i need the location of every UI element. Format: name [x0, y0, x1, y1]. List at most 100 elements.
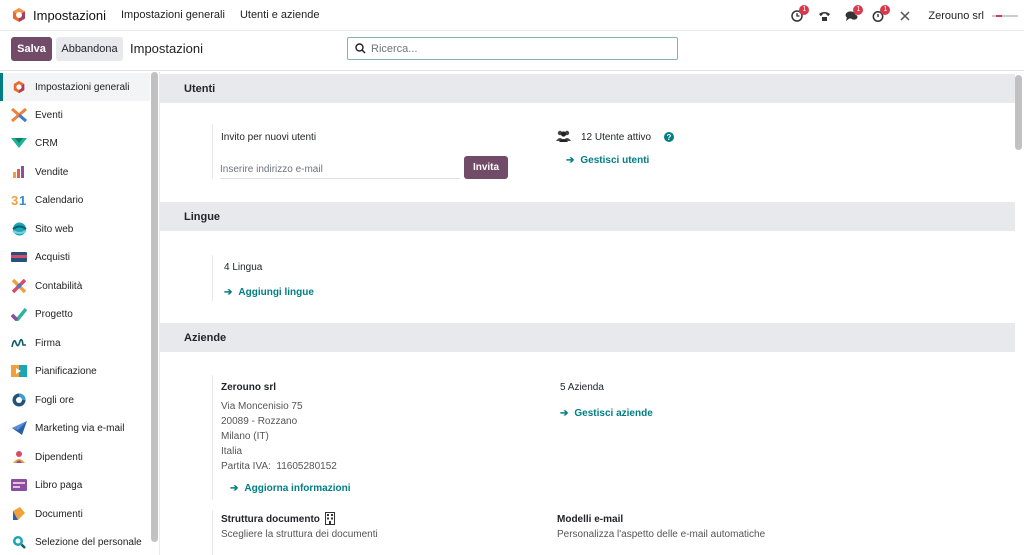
activity-badge: 1 [799, 4, 810, 15]
sidebar-item-label: Documenti [35, 508, 83, 520]
settings-app-logo-icon[interactable] [11, 7, 27, 23]
sidebar-item-calendar[interactable]: 31 Calendario [0, 186, 150, 214]
employees-app-icon [11, 449, 27, 465]
activity-clock-icon[interactable]: 1 [784, 4, 810, 26]
sidebar-item-label: Vendite [35, 166, 69, 178]
events-app-icon [11, 107, 27, 123]
setting-divider [212, 124, 213, 179]
sidebar-item-payroll[interactable]: Libro paga [0, 471, 150, 499]
discard-button[interactable]: Abbandona [56, 37, 123, 61]
setting-divider [212, 510, 213, 555]
purchase-app-icon [11, 249, 27, 265]
sidebar-item-events[interactable]: Eventi [0, 101, 150, 129]
sidebar-item-documents[interactable]: Documenti [0, 500, 150, 528]
building-icon [325, 512, 335, 525]
doc-layout-desc: Scegliere la struttura dei documenti [221, 529, 378, 540]
sales-app-icon [11, 164, 27, 180]
website-app-icon [11, 221, 27, 237]
email-templates-desc: Personalizza l'aspetto delle e-mail auto… [557, 529, 766, 540]
menu-users-companies[interactable]: Utenti e aziende [240, 9, 320, 21]
companies-count: 5 Azienda [560, 382, 604, 393]
help-icon[interactable]: ? [664, 132, 674, 142]
company-name: Zerouno srl [221, 382, 277, 393]
sidebar-item-sign[interactable]: Firma [0, 329, 150, 357]
address-line: 20089 - Rozzano [221, 416, 298, 427]
sidebar-item-label: Sito web [35, 223, 74, 235]
setting-divider [212, 375, 213, 500]
sidebar-item-recruitment[interactable]: Selezione del personale [0, 528, 150, 555]
top-navbar: Impostazioni Impostazioni generali Utent… [0, 0, 1024, 31]
section-title: Lingue [184, 210, 221, 223]
sidebar-item-email-marketing[interactable]: Marketing via e-mail [0, 414, 150, 442]
timer-icon[interactable]: 1 [865, 4, 891, 26]
app-name[interactable]: Impostazioni [33, 8, 106, 23]
content-scrollbar[interactable] [1015, 75, 1022, 150]
sign-app-icon [11, 335, 27, 351]
sidebar-item-label: Acquisti [35, 251, 71, 263]
sidebar-item-employees[interactable]: Dipendenti [0, 443, 150, 471]
manage-companies-link[interactable]: ➔ Gestisci aziende [560, 408, 653, 419]
sidebar-item-project[interactable]: Progetto [0, 300, 150, 328]
sidebar-item-label: Selezione del personale [35, 536, 142, 548]
manage-users-link[interactable]: ➔ Gestisci utenti [566, 155, 649, 166]
invite-label: Invito per nuovi utenti [221, 132, 317, 143]
section-header-companies: Aziende [160, 323, 1015, 352]
tools-icon[interactable] [892, 6, 918, 26]
control-panel: Salva Abbandona Impostazioni [0, 31, 1024, 71]
setting-divider [212, 255, 213, 301]
calendar-app-icon: 31 [11, 192, 27, 208]
sidebar-item-accounting[interactable]: Contabilità [0, 272, 150, 300]
sidebar-item-sales[interactable]: Vendite [0, 158, 150, 186]
sidebar-item-general-settings[interactable]: Impostazioni generali [0, 73, 150, 101]
sidebar-item-purchase[interactable]: Acquisti [0, 243, 150, 271]
add-languages-link[interactable]: ➔ Aggiungi lingue [224, 287, 314, 298]
sidebar-item-label: CRM [35, 137, 58, 149]
sidebar-item-label: Fogli ore [35, 394, 74, 406]
vat-number: Partita IVA: 11605280152 [221, 461, 337, 472]
recruitment-app-icon [11, 534, 27, 550]
accounting-app-icon [11, 278, 27, 294]
section-header-languages: Lingue [160, 202, 1015, 231]
section-title: Utenti [184, 82, 216, 95]
chat-icon[interactable]: 1 [838, 4, 864, 26]
company-switcher[interactable]: Zerouno srl [928, 10, 984, 22]
languages-count: 4 Lingua [224, 262, 263, 273]
sidebar-scrollbar[interactable] [151, 72, 158, 542]
arrow-right-icon: ➔ [560, 408, 569, 419]
company-logo[interactable] [992, 11, 1018, 21]
address-line: Via Moncenisio 75 [221, 401, 303, 412]
timer-badge: 1 [880, 4, 891, 15]
sidebar-item-timesheet[interactable]: Fogli ore [0, 386, 150, 414]
payroll-app-icon [11, 477, 27, 493]
invite-button[interactable]: Invita [464, 156, 508, 179]
email-marketing-app-icon [11, 420, 27, 436]
settings-app-icon [11, 79, 27, 95]
search-box[interactable] [347, 37, 678, 60]
save-button[interactable]: Salva [11, 37, 52, 61]
email-templates-title: Modelli e-mail [557, 514, 624, 525]
invite-email-input[interactable] [220, 161, 460, 179]
project-app-icon [11, 306, 27, 322]
sidebar-item-label: Eventi [35, 109, 63, 121]
sidebar-item-label: Impostazioni generali [35, 81, 130, 93]
update-info-link[interactable]: ➔ Aggiorna informazioni [230, 483, 351, 494]
phone-icon[interactable] [811, 6, 837, 26]
sidebar-item-crm[interactable]: CRM [0, 129, 150, 157]
sidebar-item-label: Firma [35, 337, 61, 349]
address-line: Milano (IT) [221, 431, 269, 442]
sidebar-item-website[interactable]: Sito web [0, 215, 150, 243]
breadcrumb-title: Impostazioni [130, 41, 203, 56]
arrow-right-icon: ➔ [224, 287, 233, 298]
section-title: Aziende [184, 331, 227, 344]
chat-badge: 1 [853, 4, 864, 15]
sidebar-item-label: Contabilità [35, 280, 83, 292]
sidebar-item-label: Calendario [35, 194, 84, 206]
sidebar-item-label: Dipendenti [35, 451, 83, 463]
menu-general-settings[interactable]: Impostazioni generali [121, 9, 225, 21]
sidebar-item-label: Libro paga [35, 479, 83, 491]
sidebar-item-label: Progetto [35, 308, 73, 320]
settings-sidebar: Impostazioni generali Eventi CRM Vendite… [0, 72, 160, 555]
search-input[interactable] [371, 42, 661, 55]
sidebar-item-planning[interactable]: Pianificazione [0, 357, 150, 385]
section-header-users: Utenti [160, 74, 1015, 103]
